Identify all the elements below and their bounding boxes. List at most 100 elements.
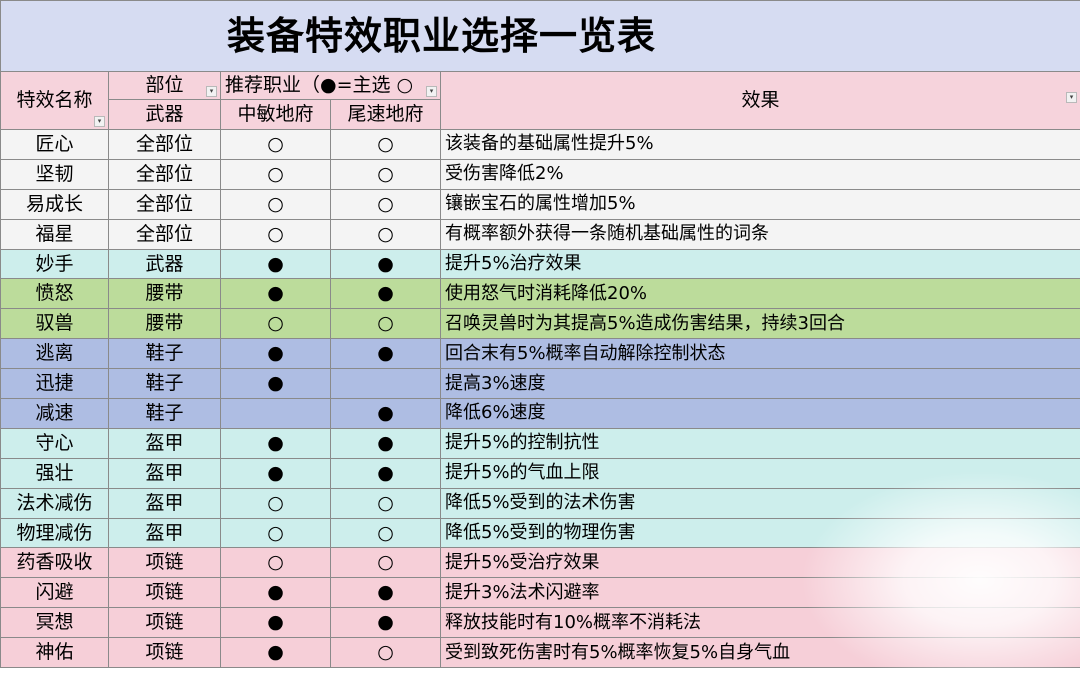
part-cell[interactable]: 项链: [109, 608, 221, 638]
effect-desc-cell[interactable]: 提升5%的控制抗性: [441, 428, 1080, 458]
effect-desc-cell[interactable]: 降低5%受到的物理伤害: [441, 518, 1080, 548]
part-cell[interactable]: 鞋子: [109, 339, 221, 369]
effect-desc-cell[interactable]: 回合末有5%概率自动解除控制状态: [441, 339, 1080, 369]
part-cell[interactable]: 全部位: [109, 159, 221, 189]
effect-name-cell[interactable]: 妙手: [1, 249, 109, 279]
effect-name-cell[interactable]: 神佑: [1, 638, 109, 668]
effect-desc-cell[interactable]: 该装备的基础属性提升5%: [441, 130, 1080, 160]
class-2-mark-cell[interactable]: ○: [331, 219, 441, 249]
part-cell[interactable]: 盔甲: [109, 488, 221, 518]
effect-name-cell[interactable]: 匠心: [1, 130, 109, 160]
part-cell[interactable]: 全部位: [109, 219, 221, 249]
class-2-mark-cell[interactable]: ●: [331, 399, 441, 429]
effect-name-cell[interactable]: 驭兽: [1, 309, 109, 339]
part-cell[interactable]: 盔甲: [109, 518, 221, 548]
effect-desc-cell[interactable]: 提高3%速度: [441, 369, 1080, 399]
effect-name-cell[interactable]: 物理减伤: [1, 518, 109, 548]
part-cell[interactable]: 项链: [109, 548, 221, 578]
class-1-mark-cell[interactable]: ○: [221, 488, 331, 518]
filter-dropdown-icon[interactable]: ▾: [426, 86, 437, 97]
effect-desc-cell[interactable]: 提升3%法术闪避率: [441, 578, 1080, 608]
class-1-mark-cell[interactable]: ○: [221, 189, 331, 219]
effect-name-cell[interactable]: 愤怒: [1, 279, 109, 309]
part-cell[interactable]: 全部位: [109, 130, 221, 160]
class-1-mark-cell[interactable]: ●: [221, 578, 331, 608]
class-1-mark-cell[interactable]: ●: [221, 428, 331, 458]
class-1-mark-cell[interactable]: ○: [221, 159, 331, 189]
class-1-mark-cell[interactable]: ○: [221, 548, 331, 578]
header-effect[interactable]: 效果 ▾: [441, 72, 1080, 130]
effect-desc-cell[interactable]: 提升5%受治疗效果: [441, 548, 1080, 578]
class-1-mark-cell[interactable]: ●: [221, 249, 331, 279]
effect-desc-cell[interactable]: 释放技能时有10%概率不消耗法: [441, 608, 1080, 638]
effect-name-cell[interactable]: 药香吸收: [1, 548, 109, 578]
effect-name-cell[interactable]: 易成长: [1, 189, 109, 219]
part-cell[interactable]: 项链: [109, 638, 221, 668]
effect-desc-cell[interactable]: 使用怒气时消耗降低20%: [441, 279, 1080, 309]
class-2-mark-cell[interactable]: ●: [331, 608, 441, 638]
class-1-mark-cell[interactable]: ●: [221, 608, 331, 638]
effect-desc-cell[interactable]: 降低6%速度: [441, 399, 1080, 429]
effect-desc-cell[interactable]: 提升5%的气血上限: [441, 458, 1080, 488]
part-cell[interactable]: 鞋子: [109, 369, 221, 399]
class-2-mark-cell[interactable]: ○: [331, 518, 441, 548]
class-1-mark-cell[interactable]: ●: [221, 339, 331, 369]
filter-dropdown-icon[interactable]: ▾: [94, 116, 105, 127]
class-1-mark-cell[interactable]: ●: [221, 279, 331, 309]
class-2-mark-cell[interactable]: ○: [331, 189, 441, 219]
effect-name-cell[interactable]: 迅捷: [1, 369, 109, 399]
effect-name-cell[interactable]: 福星: [1, 219, 109, 249]
effect-name-cell[interactable]: 闪避: [1, 578, 109, 608]
filter-dropdown-icon[interactable]: ▾: [206, 86, 217, 97]
table-row: 匠心全部位○○该装备的基础属性提升5%: [1, 130, 1080, 160]
part-cell[interactable]: 武器: [109, 249, 221, 279]
class-1-mark-cell[interactable]: ●: [221, 369, 331, 399]
class-1-mark-cell[interactable]: ○: [221, 309, 331, 339]
header-recommended-class[interactable]: 推荐职业（●=主选 ○ ▾: [221, 72, 441, 100]
effect-desc-cell[interactable]: 受到致死伤害时有5%概率恢复5%自身气血: [441, 638, 1080, 668]
class-2-mark-cell[interactable]: ●: [331, 339, 441, 369]
class-1-mark-cell[interactable]: ○: [221, 130, 331, 160]
header-effect-name[interactable]: 特效名称 ▾: [1, 72, 109, 130]
class-2-mark-cell[interactable]: ●: [331, 458, 441, 488]
effect-desc-cell[interactable]: 召唤灵兽时为其提高5%造成伤害结果，持续3回合: [441, 309, 1080, 339]
class-2-mark-cell[interactable]: ○: [331, 638, 441, 668]
part-cell[interactable]: 腰带: [109, 309, 221, 339]
class-2-mark-cell[interactable]: ●: [331, 279, 441, 309]
part-cell[interactable]: 腰带: [109, 279, 221, 309]
effect-desc-cell[interactable]: 提升5%治疗效果: [441, 249, 1080, 279]
class-1-mark-cell[interactable]: ○: [221, 219, 331, 249]
effect-name-cell[interactable]: 守心: [1, 428, 109, 458]
class-2-mark-cell[interactable]: ○: [331, 159, 441, 189]
class-2-mark-cell[interactable]: ●: [331, 249, 441, 279]
class-2-mark-cell[interactable]: ●: [331, 428, 441, 458]
table-row: 驭兽腰带○○召唤灵兽时为其提高5%造成伤害结果，持续3回合: [1, 309, 1080, 339]
class-2-mark-cell[interactable]: ●: [331, 578, 441, 608]
class-1-mark-cell[interactable]: [221, 399, 331, 429]
effect-desc-cell[interactable]: 受伤害降低2%: [441, 159, 1080, 189]
class-1-mark-cell[interactable]: ○: [221, 518, 331, 548]
effect-name-cell[interactable]: 坚韧: [1, 159, 109, 189]
effect-name-cell[interactable]: 减速: [1, 399, 109, 429]
class-2-mark-cell[interactable]: ○: [331, 488, 441, 518]
class-1-mark-cell[interactable]: ●: [221, 458, 331, 488]
class-2-mark-cell[interactable]: ○: [331, 130, 441, 160]
effect-desc-cell[interactable]: 镶嵌宝石的属性增加5%: [441, 189, 1080, 219]
effect-desc-cell[interactable]: 有概率额外获得一条随机基础属性的词条: [441, 219, 1080, 249]
part-cell[interactable]: 项链: [109, 578, 221, 608]
part-cell[interactable]: 鞋子: [109, 399, 221, 429]
class-2-mark-cell[interactable]: [331, 369, 441, 399]
class-2-mark-cell[interactable]: ○: [331, 548, 441, 578]
effect-name-cell[interactable]: 强壮: [1, 458, 109, 488]
part-cell[interactable]: 盔甲: [109, 458, 221, 488]
effect-name-cell[interactable]: 冥想: [1, 608, 109, 638]
class-2-mark-cell[interactable]: ○: [331, 309, 441, 339]
class-1-mark-cell[interactable]: ●: [221, 638, 331, 668]
filter-dropdown-icon[interactable]: ▾: [1066, 92, 1077, 103]
part-cell[interactable]: 盔甲: [109, 428, 221, 458]
effect-name-cell[interactable]: 逃离: [1, 339, 109, 369]
effect-name-cell[interactable]: 法术减伤: [1, 488, 109, 518]
part-cell[interactable]: 全部位: [109, 189, 221, 219]
header-part[interactable]: 部位 ▾: [109, 72, 221, 100]
effect-desc-cell[interactable]: 降低5%受到的法术伤害: [441, 488, 1080, 518]
